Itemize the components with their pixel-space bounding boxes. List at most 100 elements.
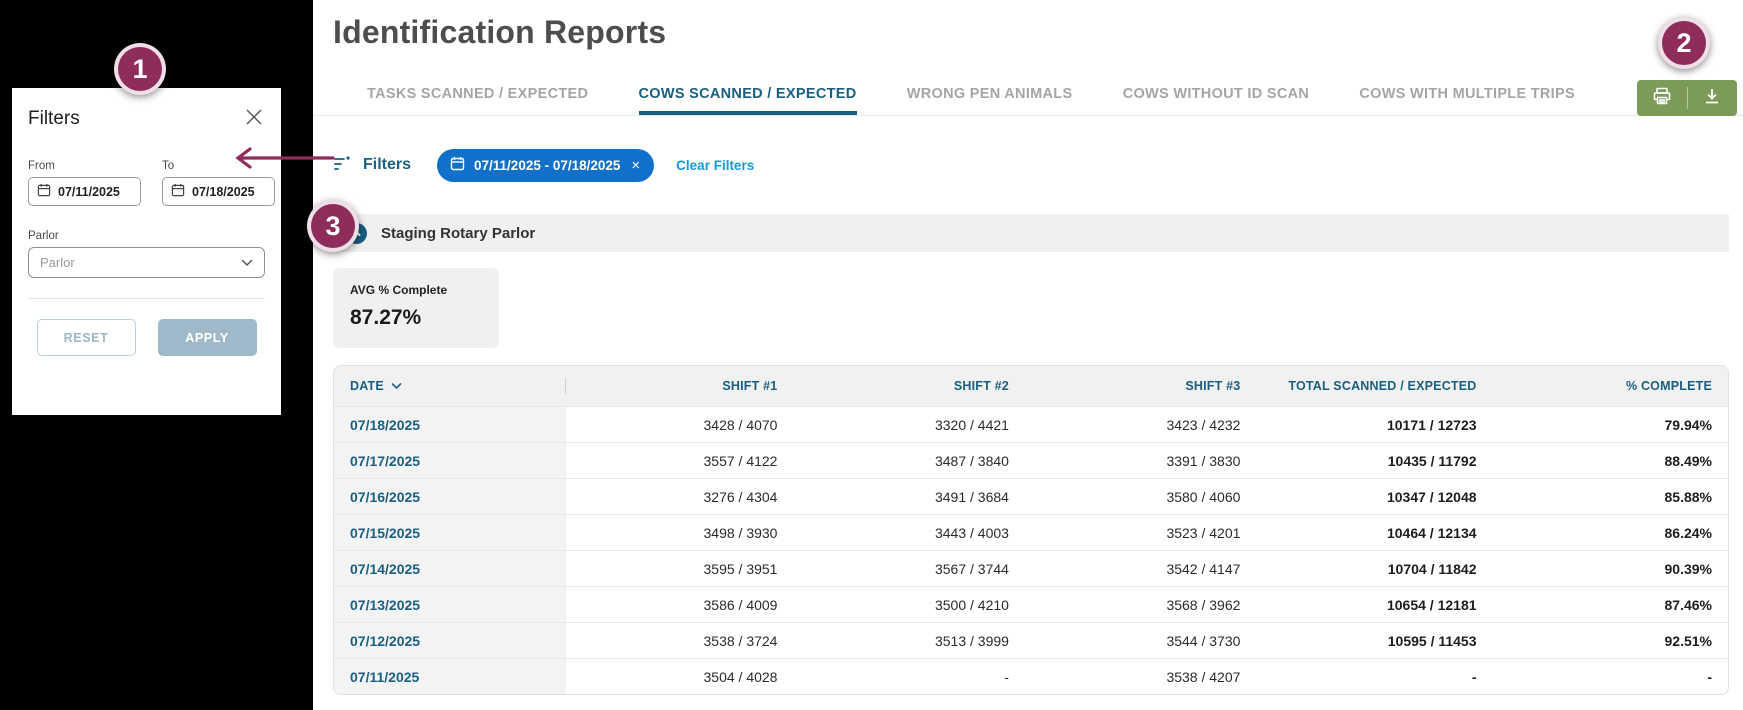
- tab-tasks-scanned-expected[interactable]: TASKS SCANNED / EXPECTED: [367, 86, 588, 115]
- parlor-select[interactable]: Parlor: [28, 247, 265, 278]
- table-row: 07/13/2025 3586 / 4009 3500 / 4210 3568 …: [334, 586, 1728, 622]
- filters-panel: Filters From 07/11/2025 To: [12, 88, 281, 415]
- parlor-label: Parlor: [28, 230, 265, 242]
- reset-button[interactable]: RESET: [37, 319, 136, 356]
- shift3-value: 3538 / 4207: [1029, 669, 1260, 685]
- tab-cows-without-id-scan[interactable]: COWS WITHOUT ID SCAN: [1123, 86, 1309, 115]
- complete-value: 86.24%: [1497, 525, 1728, 541]
- date-link[interactable]: 07/16/2025: [334, 479, 566, 514]
- shift3-value: 3523 / 4201: [1029, 525, 1260, 541]
- column-header-shift1: SHIFT #1: [566, 379, 797, 393]
- avg-complete-value: 87.27%: [350, 306, 482, 330]
- close-icon[interactable]: [243, 106, 265, 128]
- to-date-value: 07/18/2025: [192, 185, 255, 199]
- table-row: 07/16/2025 3276 / 4304 3491 / 3684 3580 …: [334, 478, 1728, 514]
- filters-panel-title: Filters: [28, 108, 265, 130]
- date-link[interactable]: 07/17/2025: [334, 443, 566, 478]
- date-range-chip[interactable]: 07/11/2025 - 07/18/2025 ×: [437, 149, 654, 182]
- tab-cows-with-multiple-trips[interactable]: COWS WITH MULTIPLE TRIPS: [1359, 86, 1575, 115]
- date-range-chip-label: 07/11/2025 - 07/18/2025: [474, 158, 620, 173]
- shift3-value: 3580 / 4060: [1029, 489, 1260, 505]
- download-button[interactable]: [1688, 80, 1738, 116]
- column-header-date-label: DATE: [350, 379, 384, 393]
- print-button[interactable]: [1637, 80, 1687, 116]
- shift2-value: 3320 / 4421: [797, 417, 1028, 433]
- total-value: 10347 / 12048: [1260, 489, 1496, 505]
- shift2-value: 3567 / 3744: [797, 561, 1028, 577]
- annotation-badge-1: 1: [114, 43, 166, 95]
- total-value: 10595 / 11453: [1260, 633, 1496, 649]
- column-header-total: TOTAL SCANNED / EXPECTED: [1260, 379, 1496, 393]
- from-date-value: 07/11/2025: [58, 185, 120, 199]
- shift1-value: 3586 / 4009: [566, 597, 797, 613]
- shift1-value: 3595 / 3951: [566, 561, 797, 577]
- apply-button[interactable]: APPLY: [158, 319, 257, 356]
- shift2-value: 3443 / 4003: [797, 525, 1028, 541]
- table-row: 07/18/2025 3428 / 4070 3320 / 4421 3423 …: [334, 406, 1728, 442]
- filter-bar: Filters 07/11/2025 - 07/18/2025 × Clear …: [333, 148, 754, 182]
- annotation-arrow: [225, 146, 337, 170]
- shift3-value: 3423 / 4232: [1029, 417, 1260, 433]
- shift2-value: -: [797, 669, 1028, 685]
- date-link[interactable]: 07/11/2025: [334, 659, 566, 694]
- section-header-staging-rotary-parlor[interactable]: Staging Rotary Parlor: [333, 214, 1729, 252]
- calendar-icon: [37, 183, 51, 200]
- shift3-value: 3568 / 3962: [1029, 597, 1260, 613]
- tab-bar: TASKS SCANNED / EXPECTED COWS SCANNED / …: [313, 76, 1743, 116]
- date-link[interactable]: 07/12/2025: [334, 623, 566, 658]
- chip-close-icon[interactable]: ×: [631, 157, 640, 174]
- table-row: 07/15/2025 3498 / 3930 3443 / 4003 3523 …: [334, 514, 1728, 550]
- table-header-row: DATE SHIFT #1 SHIFT #2 SHIFT #3 TOTAL SC…: [334, 366, 1728, 406]
- shift2-value: 3500 / 4210: [797, 597, 1028, 613]
- date-link[interactable]: 07/14/2025: [334, 551, 566, 586]
- printer-icon: [1652, 86, 1672, 111]
- shift2-value: 3513 / 3999: [797, 633, 1028, 649]
- chevron-down-icon: [241, 255, 253, 270]
- table-row: 07/11/2025 3504 / 4028 - 3538 / 4207 - -: [334, 658, 1728, 694]
- clear-filters-link[interactable]: Clear Filters: [676, 158, 754, 173]
- to-date-input[interactable]: 07/18/2025: [162, 177, 275, 206]
- total-value: 10171 / 12723: [1260, 417, 1496, 433]
- date-link[interactable]: 07/18/2025: [334, 407, 566, 442]
- complete-value: 90.39%: [1497, 561, 1728, 577]
- tab-cows-scanned-expected[interactable]: COWS SCANNED / EXPECTED: [639, 86, 857, 115]
- complete-value: 87.46%: [1497, 597, 1728, 613]
- column-header-date[interactable]: DATE: [334, 366, 566, 406]
- total-value: 10435 / 11792: [1260, 453, 1496, 469]
- shift1-value: 3538 / 3724: [566, 633, 797, 649]
- main-content: Identification Reports TASKS SCANNED / E…: [313, 0, 1743, 710]
- from-date-input[interactable]: 07/11/2025: [28, 177, 141, 206]
- column-header-shift2: SHIFT #2: [797, 379, 1028, 393]
- avg-complete-label: AVG % Complete: [350, 283, 482, 297]
- download-icon: [1703, 87, 1721, 110]
- shift1-value: 3276 / 4304: [566, 489, 797, 505]
- report-table: DATE SHIFT #1 SHIFT #2 SHIFT #3 TOTAL SC…: [333, 365, 1729, 695]
- calendar-icon: [450, 156, 465, 174]
- complete-value: 79.94%: [1497, 417, 1728, 433]
- total-value: 10464 / 12134: [1260, 525, 1496, 541]
- calendar-icon: [171, 183, 185, 200]
- table-row: 07/14/2025 3595 / 3951 3567 / 3744 3542 …: [334, 550, 1728, 586]
- page-title: Identification Reports: [333, 14, 666, 51]
- table-row: 07/17/2025 3557 / 4122 3487 / 3840 3391 …: [334, 442, 1728, 478]
- complete-value: 85.88%: [1497, 489, 1728, 505]
- date-link[interactable]: 07/13/2025: [334, 587, 566, 622]
- from-date-field-group: From 07/11/2025: [28, 160, 141, 206]
- tab-wrong-pen-animals[interactable]: WRONG PEN ANIMALS: [907, 86, 1073, 115]
- shift3-value: 3542 / 4147: [1029, 561, 1260, 577]
- section-title: Staging Rotary Parlor: [381, 225, 535, 242]
- shift1-value: 3428 / 4070: [566, 417, 797, 433]
- shift1-value: 3557 / 4122: [566, 453, 797, 469]
- total-value: 10704 / 11842: [1260, 561, 1496, 577]
- complete-value: 88.49%: [1497, 453, 1728, 469]
- from-label: From: [28, 160, 141, 172]
- shift2-value: 3487 / 3840: [797, 453, 1028, 469]
- filters-label: Filters: [363, 156, 411, 174]
- shift1-value: 3498 / 3930: [566, 525, 797, 541]
- annotation-badge-3: 3: [307, 200, 359, 252]
- total-value: 10654 / 12181: [1260, 597, 1496, 613]
- column-header-shift3: SHIFT #3: [1029, 379, 1260, 393]
- date-link[interactable]: 07/15/2025: [334, 515, 566, 550]
- total-value: -: [1260, 669, 1496, 685]
- shift2-value: 3491 / 3684: [797, 489, 1028, 505]
